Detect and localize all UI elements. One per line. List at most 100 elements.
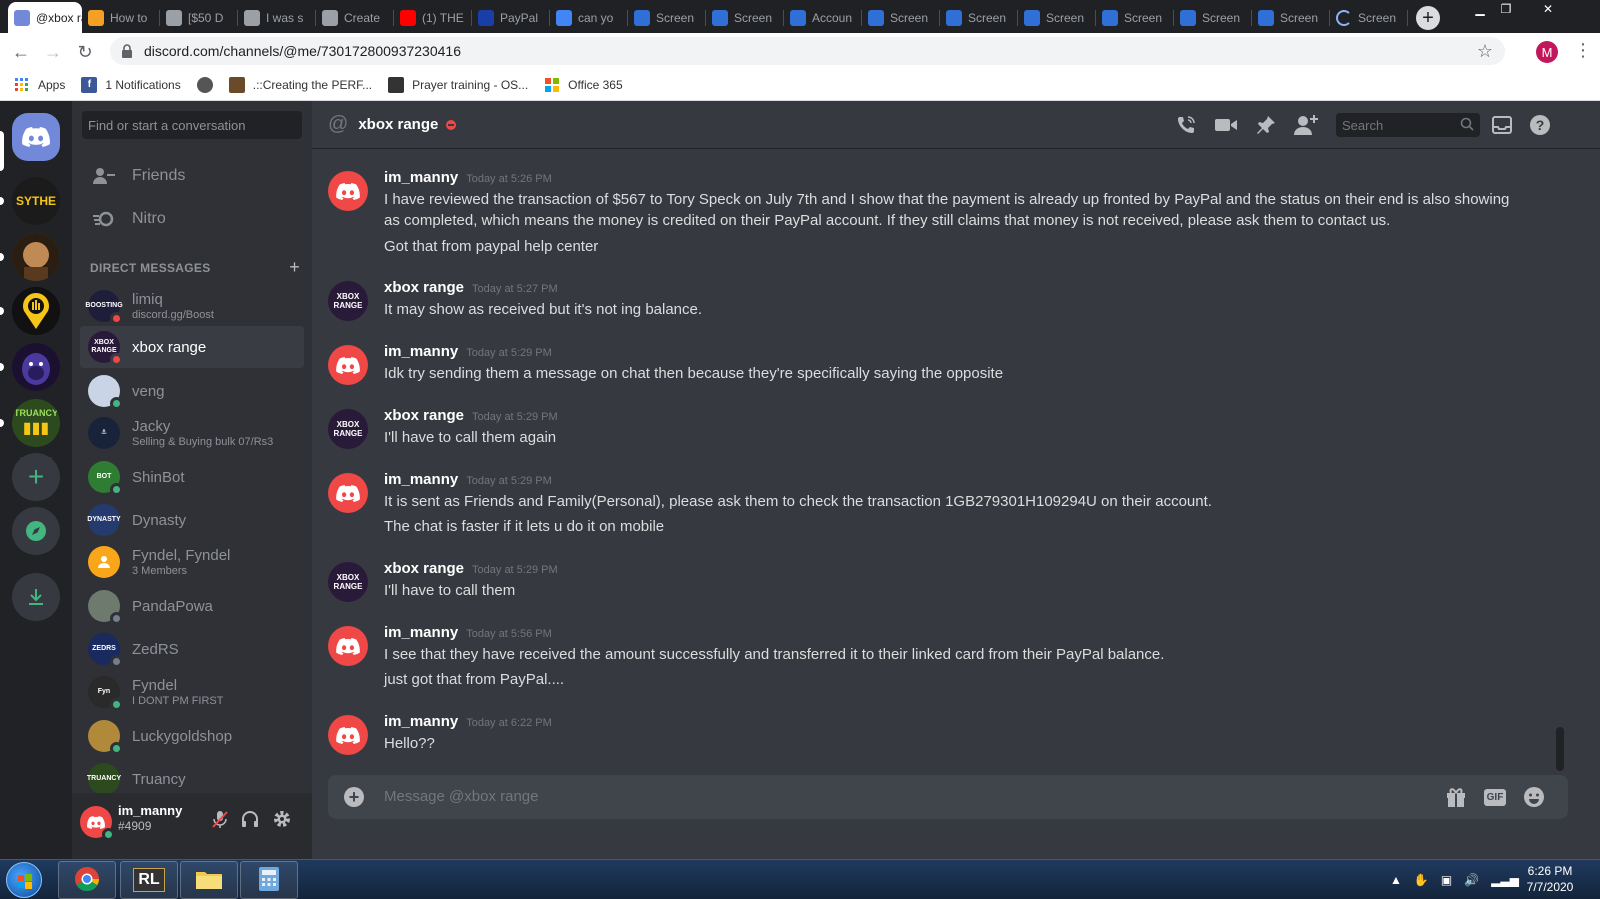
message-author[interactable]: xbox range bbox=[384, 407, 464, 424]
message-avatar[interactable] bbox=[328, 473, 368, 513]
message-author[interactable]: im_manny bbox=[384, 343, 458, 360]
minimize-button[interactable]: ▁ bbox=[1466, 0, 1494, 18]
browser-tab[interactable]: Screen bbox=[940, 2, 1018, 33]
browser-tab[interactable]: can yo bbox=[550, 2, 628, 33]
browser-tab[interactable]: Create bbox=[316, 2, 394, 33]
user-avatar[interactable] bbox=[80, 806, 115, 841]
dm-item[interactable]: BOT ShinBot bbox=[80, 456, 304, 498]
bookmark-item[interactable] bbox=[196, 76, 213, 93]
chat-scrollbar[interactable] bbox=[1556, 727, 1564, 771]
browser-tab[interactable]: [$50 D bbox=[160, 2, 238, 33]
bookmark-item[interactable]: Office 365 bbox=[544, 77, 623, 93]
emoji-button[interactable] bbox=[1522, 785, 1546, 809]
nav-friends[interactable]: Friends bbox=[80, 155, 304, 197]
message-avatar[interactable] bbox=[328, 345, 368, 385]
bookmark-star-icon[interactable]: ☆ bbox=[1477, 41, 1493, 62]
server-face[interactable] bbox=[12, 233, 60, 281]
dm-item[interactable]: BOOSTING limiq discord.gg/Boost bbox=[80, 285, 304, 327]
browser-tab[interactable]: Screen bbox=[1096, 2, 1174, 33]
show-hidden-icons-icon[interactable]: ▲ bbox=[1390, 873, 1402, 887]
browser-tab[interactable]: Screen bbox=[1174, 2, 1252, 33]
user-settings-button[interactable] bbox=[270, 807, 294, 831]
taskbar-app[interactable] bbox=[240, 861, 298, 899]
server-gorilla[interactable] bbox=[12, 343, 60, 391]
message-author[interactable]: xbox range bbox=[384, 560, 464, 577]
dm-item[interactable]: Fyndel, Fyndel 3 Members bbox=[80, 541, 304, 583]
taskbar-app[interactable] bbox=[180, 861, 238, 899]
server-sythe[interactable]: SYTHE bbox=[12, 177, 60, 225]
inbox-button[interactable] bbox=[1490, 113, 1514, 137]
add-friends-to-dm-button[interactable] bbox=[1294, 113, 1318, 137]
dm-item[interactable]: XBOX RANGE xbox range bbox=[80, 326, 304, 368]
add-server-button[interactable]: + bbox=[12, 453, 60, 501]
home-button[interactable] bbox=[12, 113, 60, 161]
browser-tab[interactable]: Screen bbox=[706, 2, 784, 33]
browser-menu-icon[interactable]: ⋮ bbox=[1574, 40, 1592, 61]
browser-tab[interactable]: I was s bbox=[238, 2, 316, 33]
message-author[interactable]: im_manny bbox=[384, 624, 458, 641]
mute-button[interactable] bbox=[208, 807, 232, 831]
new-tab-button[interactable]: + bbox=[1416, 6, 1440, 30]
bookmark-item[interactable]: f 1 Notifications bbox=[81, 76, 181, 93]
bookmark-item[interactable]: .::Creating the PERF... bbox=[228, 76, 372, 93]
profile-avatar[interactable]: M bbox=[1536, 41, 1558, 63]
explore-servers-button[interactable] bbox=[12, 507, 60, 555]
start-voice-call-button[interactable] bbox=[1174, 113, 1198, 137]
dm-item[interactable]: veng bbox=[80, 370, 304, 412]
upload-file-button[interactable]: + bbox=[344, 787, 364, 807]
dm-item[interactable]: Fyn Fyndel I DONT PM FIRST bbox=[80, 671, 304, 713]
dm-item[interactable]: PandaPowa bbox=[80, 585, 304, 627]
browser-tab[interactable]: Screen bbox=[862, 2, 940, 33]
message-avatar[interactable]: XBOX RANGE bbox=[328, 409, 368, 449]
volume-icon[interactable]: 🔊 bbox=[1464, 873, 1479, 887]
active-tab[interactable]: @xbox range✕ bbox=[8, 2, 82, 33]
taskbar-app[interactable] bbox=[58, 861, 116, 899]
message-author[interactable]: im_manny bbox=[384, 713, 458, 730]
message-author[interactable]: im_manny bbox=[384, 169, 458, 186]
start-button[interactable] bbox=[6, 862, 42, 898]
find-conversation-input[interactable]: Find or start a conversation bbox=[82, 111, 302, 139]
notification-icon[interactable]: ✋ bbox=[1414, 873, 1429, 887]
help-button[interactable]: ? bbox=[1528, 113, 1552, 137]
action-center-icon[interactable]: ▣ bbox=[1441, 873, 1452, 887]
browser-tab[interactable]: How to bbox=[82, 2, 160, 33]
server-truancy[interactable]: TRUANCY ▮▮▮ bbox=[12, 399, 60, 447]
message-author[interactable]: xbox range bbox=[384, 279, 464, 296]
back-arrow-icon[interactable]: ← bbox=[10, 41, 32, 63]
message-avatar[interactable]: XBOX RANGE bbox=[328, 562, 368, 602]
browser-tab[interactable]: Screen bbox=[628, 2, 706, 33]
gift-button[interactable] bbox=[1444, 785, 1468, 809]
message-avatar[interactable] bbox=[328, 171, 368, 211]
browser-tab[interactable]: (1) THE bbox=[394, 2, 472, 33]
bookmark-item[interactable]: Prayer training - OS... bbox=[388, 76, 528, 93]
browser-tab[interactable]: Screen bbox=[1330, 2, 1408, 33]
browser-tab[interactable]: Accoun bbox=[784, 2, 862, 33]
browser-tab[interactable]: Screen bbox=[1252, 2, 1330, 33]
dm-item[interactable]: DYNASTY Dynasty bbox=[80, 499, 304, 541]
message-author[interactable]: im_manny bbox=[384, 471, 458, 488]
start-video-call-button[interactable] bbox=[1214, 113, 1238, 137]
dm-item[interactable]: ZEDRS ZedRS bbox=[80, 628, 304, 670]
bookmark-item[interactable]: Apps bbox=[14, 77, 65, 93]
message-avatar[interactable] bbox=[328, 626, 368, 666]
close-window-button[interactable]: ✕ bbox=[1528, 0, 1568, 18]
dm-item[interactable]: ⚓ Jacky Selling & Buying bulk 07/Rs3 bbox=[80, 412, 304, 454]
dm-item[interactable]: Luckygoldshop bbox=[80, 715, 304, 757]
system-clock[interactable]: 6:26 PM 7/7/2020 bbox=[1512, 863, 1588, 895]
reload-icon[interactable]: ↻ bbox=[74, 41, 96, 63]
browser-tab[interactable]: PayPal bbox=[472, 2, 550, 33]
pinned-messages-button[interactable] bbox=[1254, 113, 1278, 137]
restore-button[interactable]: ❐ bbox=[1492, 0, 1520, 18]
message-composer[interactable]: + Message @xbox range GIF bbox=[328, 775, 1568, 819]
message-avatar[interactable]: XBOX RANGE bbox=[328, 281, 368, 321]
address-bar[interactable]: discord.com/channels/@me/730172800937230… bbox=[110, 37, 1505, 65]
browser-tab[interactable]: Screen bbox=[1018, 2, 1096, 33]
taskbar-app[interactable]: RL bbox=[120, 861, 178, 899]
nav-nitro[interactable]: Nitro bbox=[80, 198, 304, 240]
forward-arrow-icon[interactable]: → bbox=[42, 41, 64, 63]
create-dm-button[interactable]: + bbox=[289, 258, 300, 276]
message-avatar[interactable] bbox=[328, 715, 368, 755]
chat-search-input[interactable]: Search bbox=[1336, 113, 1480, 137]
deafen-button[interactable] bbox=[238, 807, 262, 831]
gif-button[interactable]: GIF bbox=[1482, 785, 1508, 809]
